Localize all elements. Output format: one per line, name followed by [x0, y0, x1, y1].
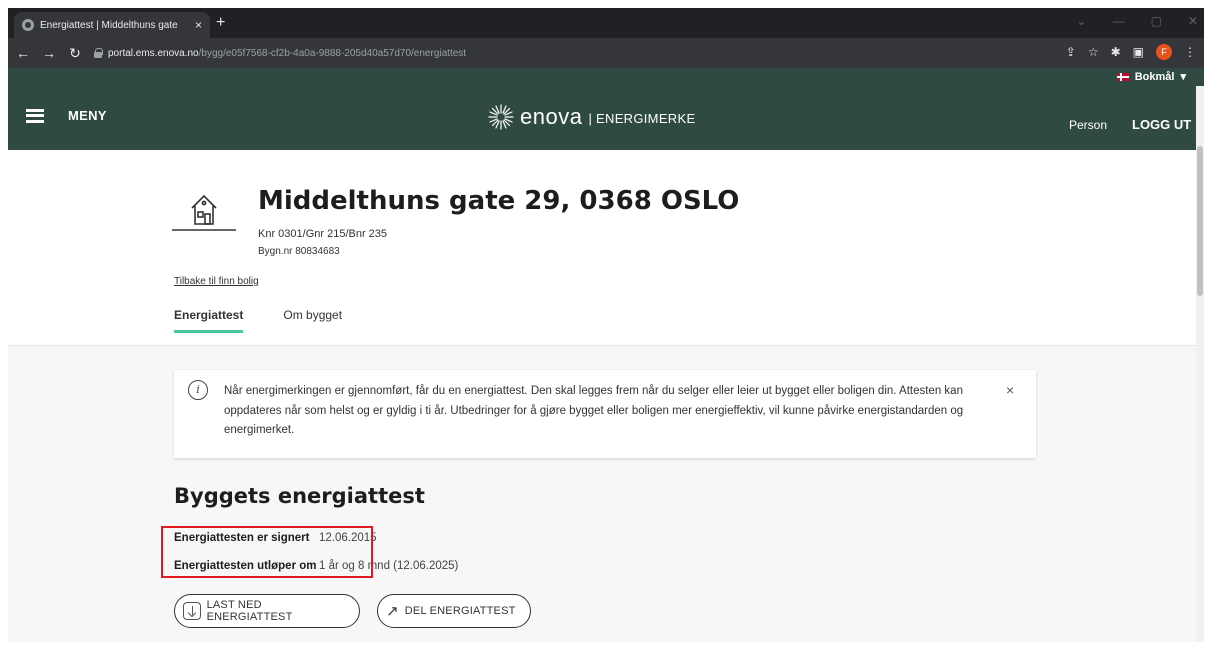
- close-window-icon[interactable]: ✕: [1188, 14, 1198, 28]
- norway-flag-icon: [1116, 72, 1129, 81]
- reload-icon[interactable]: ↻: [64, 45, 86, 62]
- main-content: i Når energimerkingen er gjennomført, få…: [8, 346, 1196, 642]
- enova-logo[interactable]: enova | ENERGIMERKE: [488, 104, 695, 130]
- address-bar[interactable]: portal.ems.enova.no /bygg/e05f7568-cf2b-…: [88, 42, 1088, 64]
- cadastral-number: Knr 0301/Gnr 215/Bnr 235: [258, 228, 388, 240]
- language-bar: Bokmål ▾: [8, 68, 1204, 86]
- extensions-icon[interactable]: ✱: [1111, 45, 1121, 59]
- new-tab-button[interactable]: +: [216, 14, 225, 32]
- toolbar-actions: ⇪ ☆ ✱ ▣ F ⋮: [1066, 44, 1196, 60]
- building-tabs: Energiattest Om bygget: [174, 308, 342, 333]
- browser-toolbar: ← → ↻ portal.ems.enova.no /bygg/e05f7568…: [8, 38, 1204, 68]
- browser-tab[interactable]: Energiattest | Middelthuns gate ×: [14, 12, 210, 38]
- tab-search-icon[interactable]: ⌄: [1077, 14, 1087, 28]
- hamburger-icon: [26, 108, 44, 123]
- menu-label: MENY: [68, 108, 107, 123]
- tab-strip: Energiattest | Middelthuns gate × + ⌄ — …: [8, 8, 1204, 38]
- download-icon: [183, 602, 201, 620]
- share-certificate-button[interactable]: ↗ DEL ENERGIATTEST: [377, 594, 531, 628]
- info-text: Når energimerkingen er gjennomført, får …: [224, 385, 964, 436]
- minimize-icon[interactable]: —: [1113, 14, 1125, 28]
- download-certificate-button[interactable]: LAST NED ENERGIATTEST: [174, 594, 360, 628]
- tab-energiattest[interactable]: Energiattest: [174, 308, 244, 333]
- info-banner: i Når energimerkingen er gjennomført, få…: [174, 370, 1036, 458]
- download-label: LAST NED ENERGIATTEST: [206, 599, 293, 623]
- favicon-icon: [22, 19, 34, 31]
- signed-label: Energiattesten er signert: [174, 532, 310, 544]
- share-arrow-icon: ↗: [386, 603, 399, 620]
- enova-burst-icon: [488, 104, 514, 130]
- language-selector[interactable]: Bokmål ▾: [1116, 70, 1186, 83]
- signed-row: Energiattesten er signert 12.06.2015: [174, 532, 377, 544]
- web-page: Bokmål ▾ MENY enova | ENERGIMERKE Person…: [8, 68, 1204, 642]
- expires-row: Energiattesten utløper om 1 år og 8 mnd …: [174, 560, 458, 572]
- signed-value: 12.06.2015: [319, 532, 377, 544]
- forward-arrow-icon[interactable]: →: [38, 45, 60, 61]
- tab-title: Energiattest | Middelthuns gate: [40, 19, 178, 31]
- info-icon: i: [188, 380, 208, 400]
- url-path: /bygg/e05f7568-cf2b-4a0a-9888-205d40a57d…: [198, 47, 467, 59]
- url-host: portal.ems.enova.no: [108, 47, 199, 59]
- certificate-section-title: Byggets energiattest: [174, 484, 425, 508]
- lock-icon: [94, 48, 103, 58]
- share-page-icon[interactable]: ⇪: [1066, 45, 1076, 59]
- share-label: DEL ENERGIATTEST: [404, 605, 516, 617]
- building-header: Middelthuns gate 29, 0368 OSLO Knr 0301/…: [8, 150, 1196, 346]
- building-address-title: Middelthuns gate 29, 0368 OSLO: [258, 186, 740, 216]
- tab-om-bygget[interactable]: Om bygget: [283, 308, 342, 333]
- logo-subtitle: | ENERGIMERKE: [588, 111, 696, 126]
- scrollbar-thumb[interactable]: [1197, 146, 1203, 296]
- logout-button[interactable]: LOGG UT: [1132, 117, 1191, 132]
- browser-menu-icon[interactable]: ⋮: [1184, 45, 1196, 59]
- language-label: Bokmål: [1134, 70, 1175, 83]
- chevron-down-icon: ▾: [1180, 71, 1186, 83]
- expires-label: Energiattesten utløper om: [174, 560, 317, 572]
- person-link[interactable]: Person: [1069, 118, 1107, 132]
- back-to-search-link[interactable]: Tilbake til finn bolig: [174, 276, 259, 287]
- window-controls: ⌄ — ▢ ✕: [1077, 14, 1198, 28]
- page-scrollbar[interactable]: [1196, 86, 1204, 642]
- house-icon: [172, 194, 236, 231]
- browser-window: Energiattest | Middelthuns gate × + ⌄ — …: [8, 8, 1204, 642]
- back-arrow-icon[interactable]: ←: [12, 45, 34, 61]
- tab-close-icon[interactable]: ×: [195, 18, 202, 32]
- profile-avatar[interactable]: F: [1156, 44, 1172, 60]
- bookmark-star-icon[interactable]: ☆: [1088, 45, 1099, 59]
- menu-button[interactable]: MENY: [26, 108, 107, 123]
- logo-word: enova: [520, 104, 583, 129]
- site-header: MENY enova | ENERGIMERKE Person LOGG UT: [8, 86, 1204, 150]
- side-panel-icon[interactable]: ▣: [1133, 45, 1144, 59]
- info-close-icon[interactable]: ×: [1006, 382, 1014, 398]
- expires-value: 1 år og 8 mnd (12.06.2025): [319, 560, 459, 572]
- building-number: Bygn.nr 80834683: [258, 246, 340, 257]
- maximize-icon[interactable]: ▢: [1151, 14, 1162, 28]
